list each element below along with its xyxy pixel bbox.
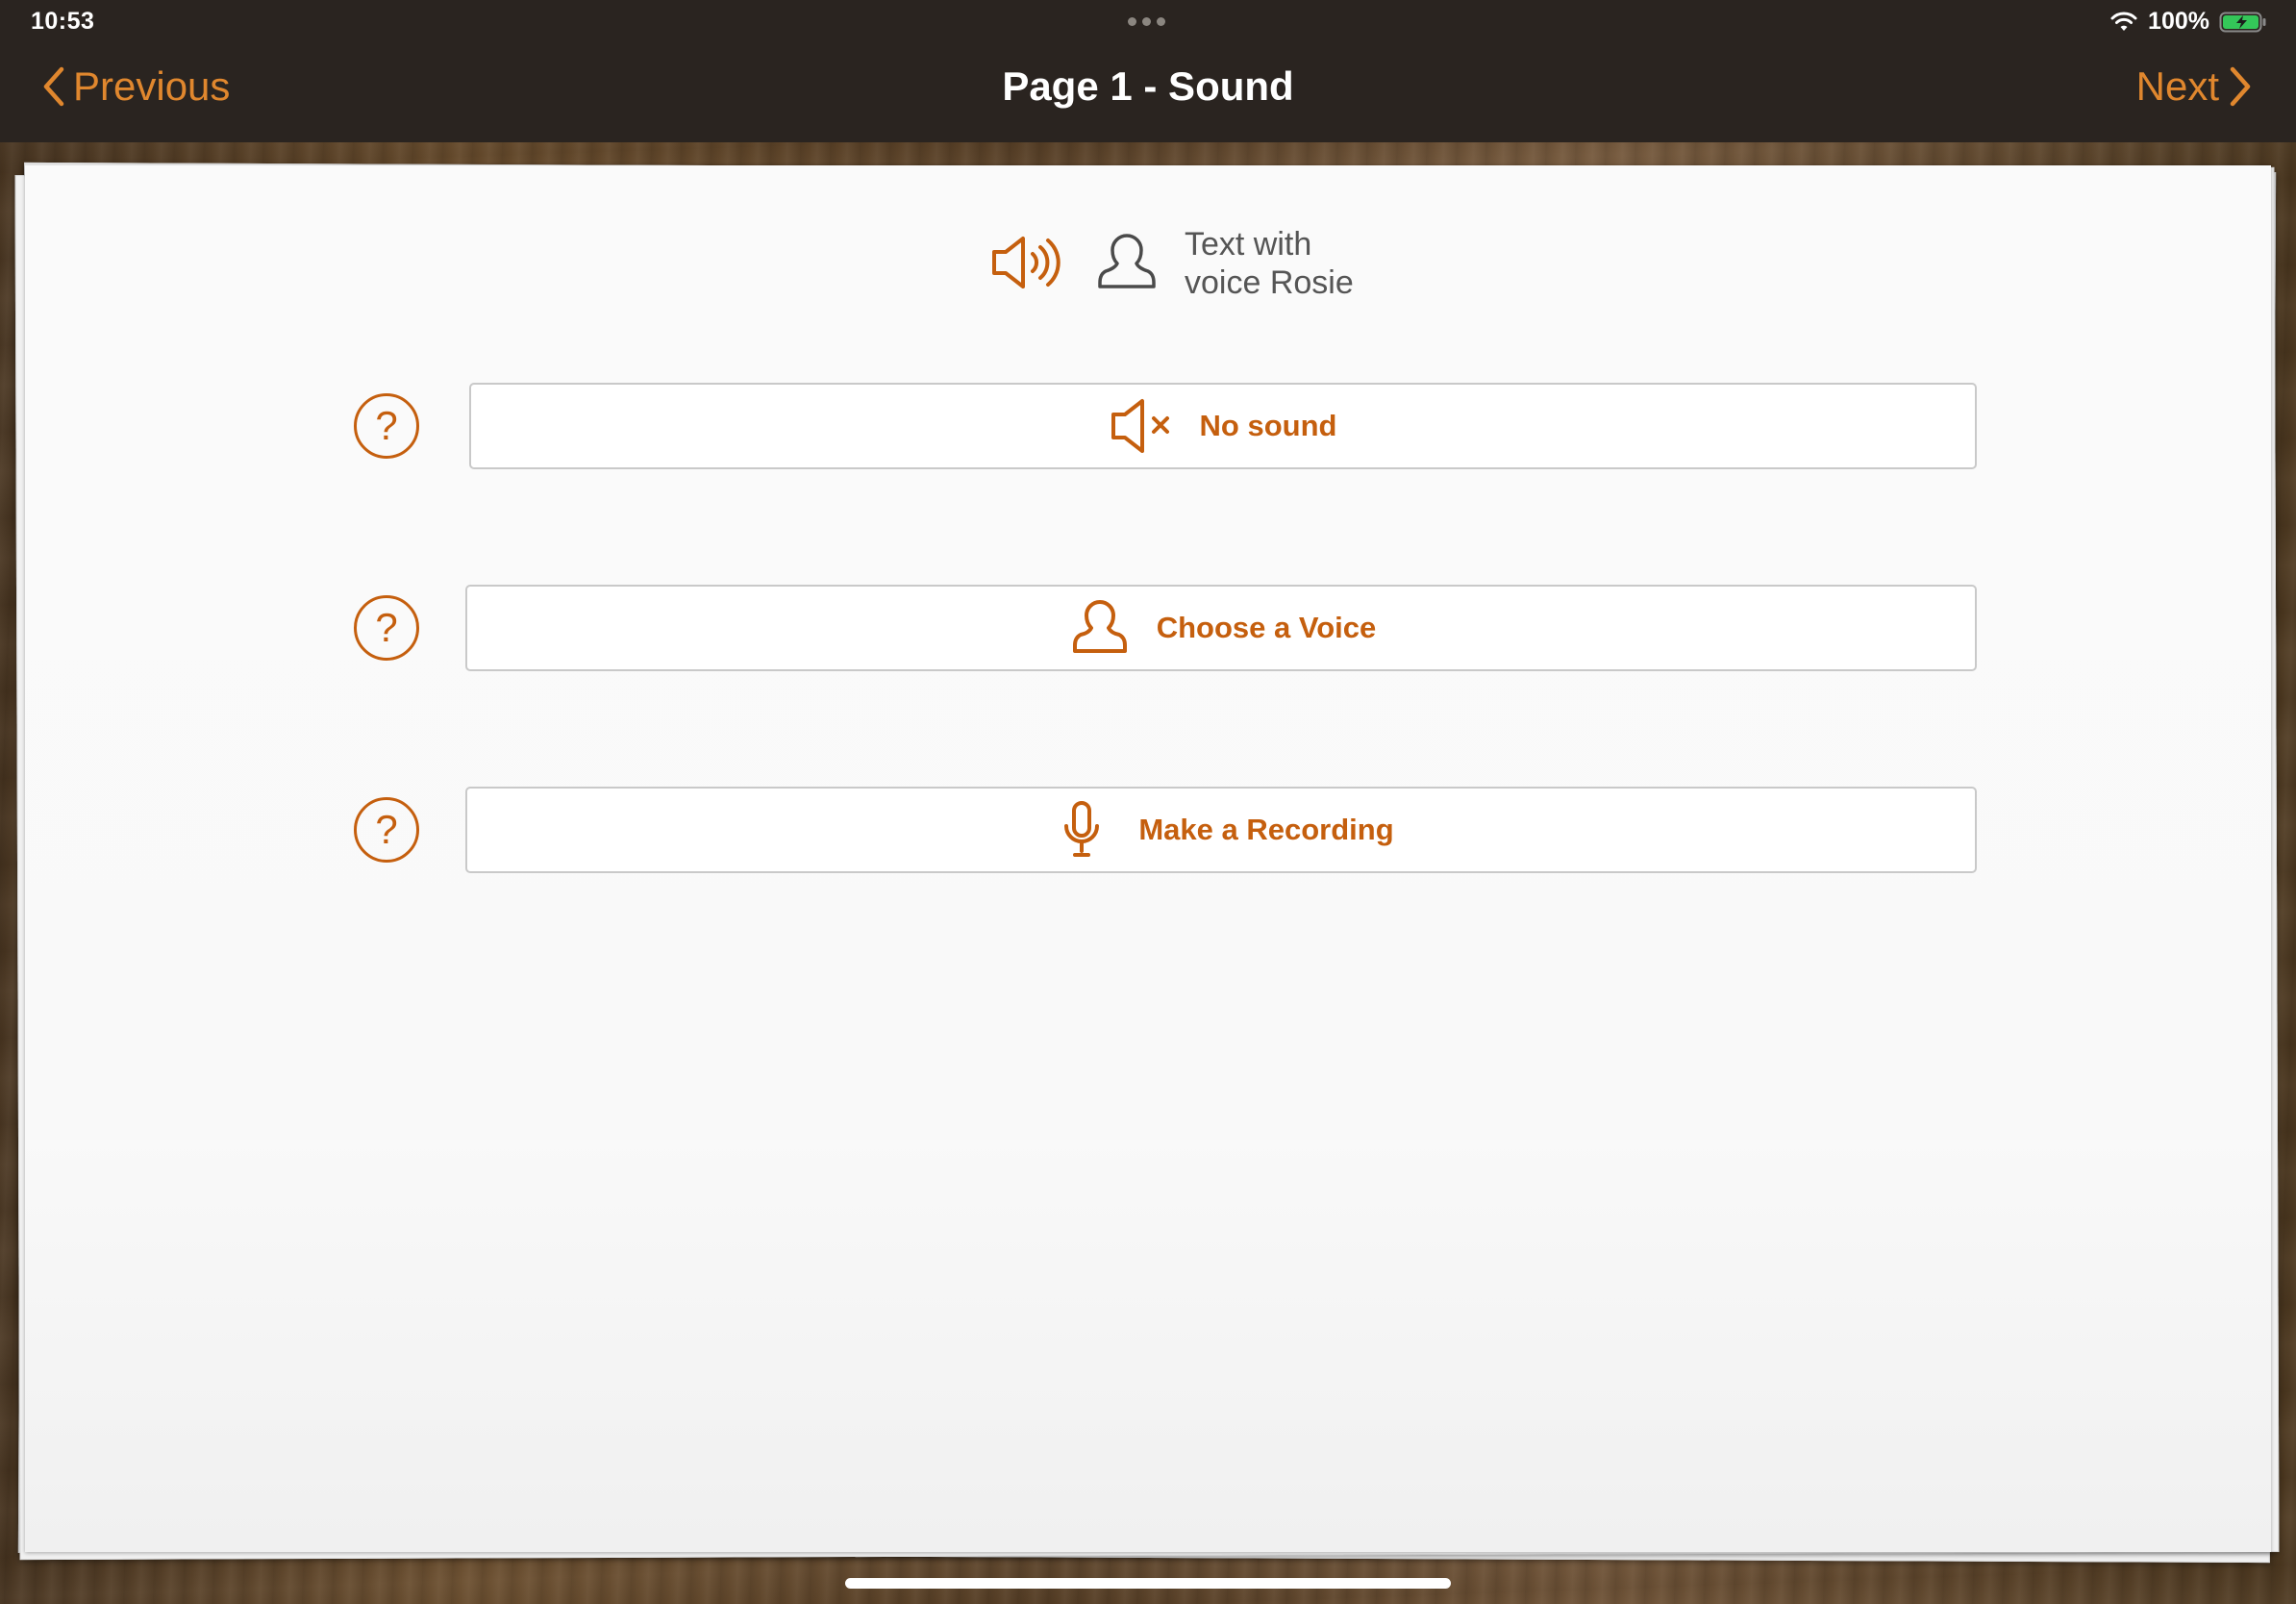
- make-recording-label: Make a Recording: [1138, 813, 1394, 846]
- multitasking-dots-icon[interactable]: [1128, 17, 1165, 26]
- battery-percent: 100%: [2148, 8, 2209, 35]
- person-icon: [1098, 234, 1156, 288]
- no-sound-button[interactable]: No sound: [469, 383, 1977, 469]
- help-button[interactable]: ?: [354, 595, 419, 661]
- help-button[interactable]: ?: [354, 797, 419, 863]
- option-row-choose-voice: ? Choose a Voice: [354, 585, 1988, 671]
- battery-charging-icon: [2219, 12, 2266, 32]
- question-mark-icon: ?: [375, 605, 398, 650]
- status-time: 10:53: [31, 8, 95, 35]
- choose-voice-label: Choose a Voice: [1156, 611, 1377, 644]
- page-title: Page 1 - Sound: [1002, 63, 1294, 109]
- chevron-right-icon: [2230, 66, 2251, 107]
- current-voice-label: Text with voice Rosie: [1185, 225, 1354, 302]
- question-mark-icon: ?: [375, 403, 398, 448]
- person-icon: [1072, 600, 1127, 653]
- current-voice-header: Text with voice Rosie: [990, 225, 1354, 302]
- status-right: 100%: [2109, 8, 2267, 36]
- microphone-icon: [1064, 801, 1100, 857]
- choose-voice-button[interactable]: Choose a Voice: [465, 585, 1977, 671]
- speaker-on-icon: [992, 237, 1061, 288]
- option-row-no-sound: ? No sound: [354, 383, 1988, 469]
- home-indicator[interactable]: [845, 1578, 1451, 1589]
- next-button[interactable]: Next: [2136, 63, 2254, 110]
- help-button[interactable]: ?: [354, 393, 419, 459]
- current-voice-line2: voice Rosie: [1185, 264, 1354, 301]
- speaker-muted-icon: [1111, 399, 1169, 453]
- make-recording-button[interactable]: Make a Recording: [465, 787, 1977, 873]
- next-label: Next: [2135, 63, 2219, 109]
- option-row-make-recording: ? Make a Recording: [354, 787, 1988, 873]
- page-sheet: Text with voice Rosie ? No sound ? Choos…: [25, 165, 2271, 1552]
- top-bar: 10:53 100% Previous Page 1 - Sound Next: [0, 0, 2296, 142]
- current-voice-line1: Text with: [1185, 226, 1312, 263]
- question-mark-icon: ?: [375, 807, 398, 852]
- no-sound-label: No sound: [1199, 409, 1337, 442]
- wifi-icon: [2110, 12, 2137, 31]
